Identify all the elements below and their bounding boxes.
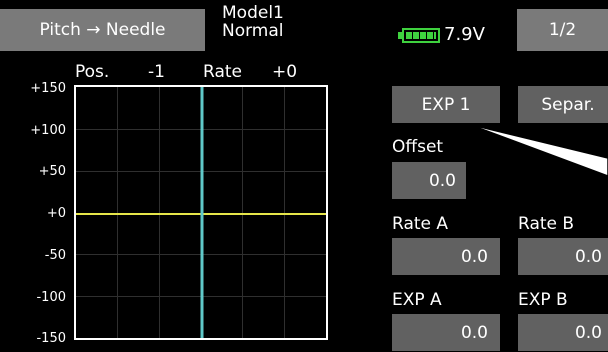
y-tick-minus-150: -150 bbox=[36, 331, 66, 346]
battery-tip bbox=[398, 32, 402, 39]
curve-graph[interactable] bbox=[74, 85, 328, 340]
rate-a-label: Rate A bbox=[392, 214, 449, 234]
battery-icon bbox=[402, 28, 440, 43]
page-indicator: 1/2 bbox=[548, 20, 577, 40]
battery-fill bbox=[406, 32, 436, 39]
exp-a-label: EXP A bbox=[392, 290, 442, 310]
function-name-button[interactable]: Pitch → Needle bbox=[0, 9, 205, 51]
rate-value: +0 bbox=[272, 62, 298, 82]
exp-b-value-button[interactable]: 0.0 bbox=[518, 314, 608, 351]
rate-b-value-button[interactable]: 0.0 bbox=[518, 238, 608, 275]
pos-label: Pos. bbox=[75, 62, 110, 82]
model-info: Model1 Normal bbox=[222, 4, 342, 40]
exp-b-label: EXP B bbox=[518, 290, 568, 310]
callout-wedge bbox=[467, 123, 608, 177]
y-tick-50: +50 bbox=[38, 164, 66, 179]
exp-a-value: 0.0 bbox=[460, 322, 488, 343]
y-tick-100: +100 bbox=[30, 123, 66, 138]
pos-value: -1 bbox=[148, 62, 165, 82]
curve-graph-svg bbox=[76, 87, 326, 338]
function-name: Pitch → Needle bbox=[39, 20, 166, 40]
condition-name: Normal bbox=[222, 21, 284, 41]
exp-b-value: 0.0 bbox=[574, 322, 602, 343]
callout-pointer bbox=[467, 123, 608, 177]
rate-a-value-button[interactable]: 0.0 bbox=[392, 238, 500, 275]
y-tick-minus-50: -50 bbox=[44, 248, 66, 263]
y-tick-150: +150 bbox=[30, 81, 66, 96]
rate-a-value: 0.0 bbox=[460, 246, 488, 267]
model-name: Model1 bbox=[222, 3, 284, 23]
rate-label: Rate bbox=[203, 62, 242, 82]
page-button[interactable]: 1/2 bbox=[517, 9, 608, 51]
exp-a-value-button[interactable]: 0.0 bbox=[392, 314, 500, 351]
offset-value: 0.0 bbox=[428, 170, 456, 191]
voltage-readout: 7.9V bbox=[444, 24, 485, 45]
offset-value-button[interactable]: 0.0 bbox=[392, 162, 466, 199]
offset-label: Offset bbox=[392, 137, 444, 157]
y-tick-minus-100: -100 bbox=[36, 290, 66, 305]
y-tick-0: +0 bbox=[46, 206, 66, 221]
rate-b-value: 0.0 bbox=[574, 246, 602, 267]
